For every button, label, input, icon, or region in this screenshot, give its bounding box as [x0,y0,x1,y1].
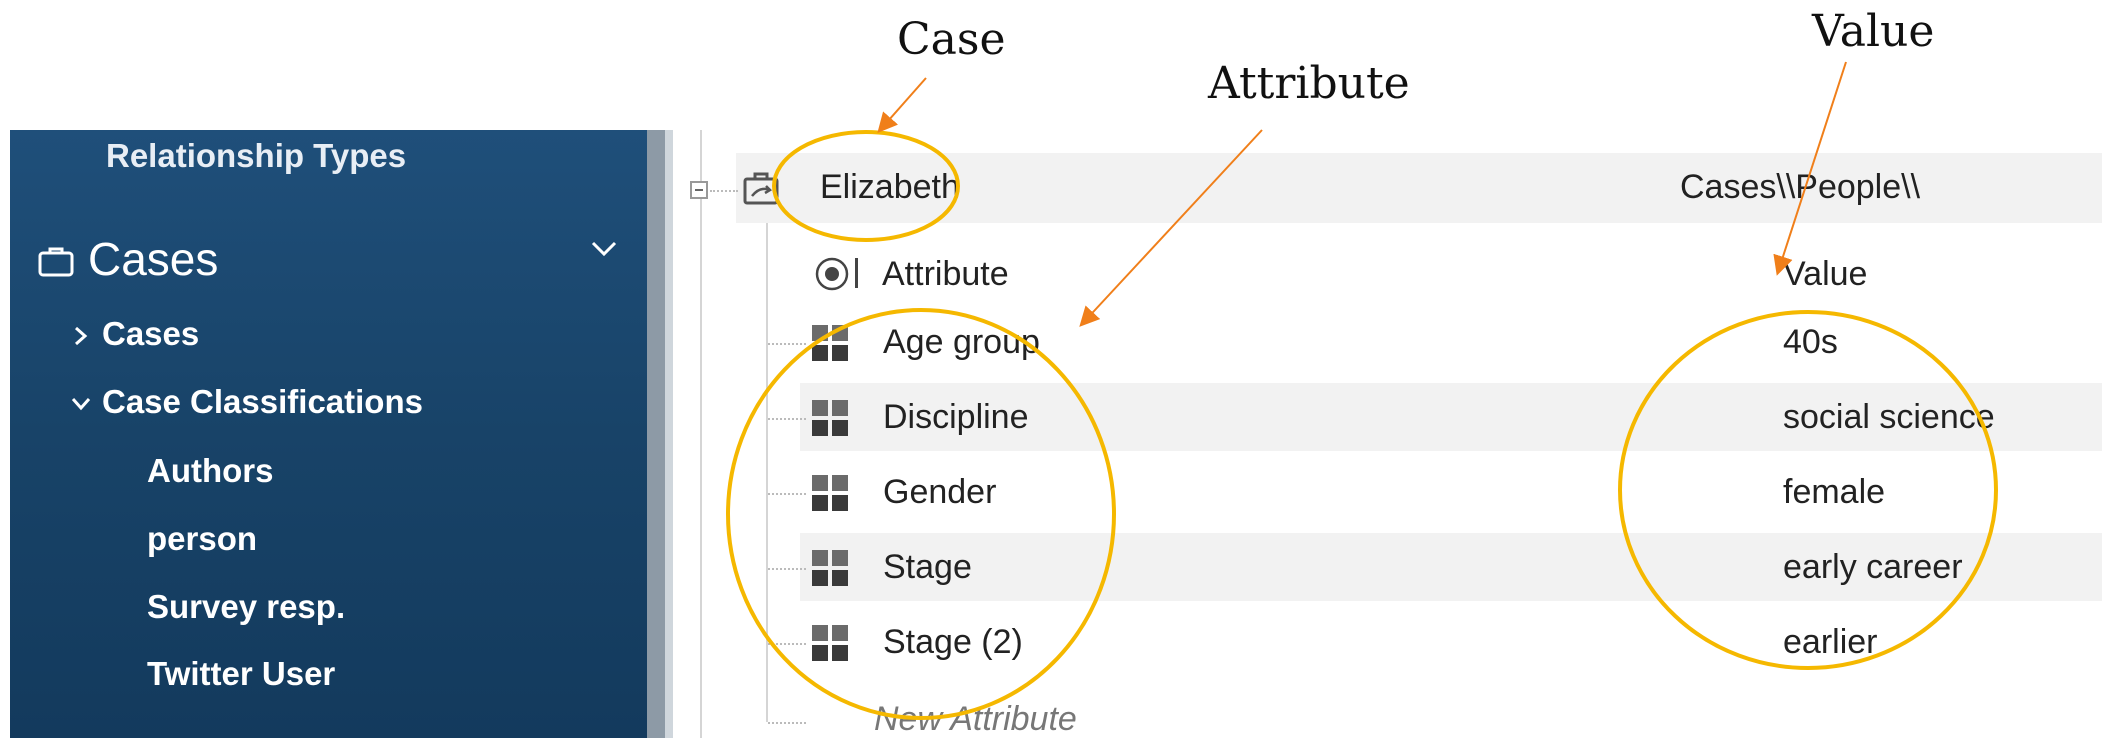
attribute-icon [812,625,848,661]
sidebar-item-case-classifications-label: Case Classifications [102,383,423,420]
sidebar-section-cases[interactable]: Cases [38,232,218,286]
case-path: Cases\\People\\ [1680,168,1921,206]
attribute-icon [812,475,848,511]
annotation-attribute-label: Attribute [1208,58,1410,109]
attribute-value[interactable]: earlier [1783,623,1877,662]
tree-connector [768,493,806,495]
attribute-value[interactable]: early career [1783,548,1963,587]
case-name[interactable]: Elizabeth [820,168,960,207]
tree-connector [768,643,806,645]
tree-guide-line [766,222,768,722]
attribute-name: Stage [883,548,972,586]
attribute-icon [812,550,848,586]
sidebar-item-survey-resp[interactable]: Survey resp. [147,588,345,626]
tree-connector [768,343,806,345]
header-attribute: Attribute [882,255,1009,293]
sidebar-splitter-edge [665,130,673,738]
case-icon [743,172,779,205]
add-attribute-icon[interactable] [814,256,850,292]
sidebar-item-cases-label: Cases [102,315,200,352]
tree-connector [768,568,806,570]
case-arrow [877,77,927,133]
collapse-icon[interactable] [690,181,708,199]
tree-guide-line [700,130,702,738]
attribute-icon [812,325,848,361]
attribute-name: Gender [883,473,997,511]
attribute-name: Discipline [883,398,1029,436]
attribute-icon [812,400,848,436]
sidebar-item-twitter-user[interactable]: Twitter User [147,655,335,693]
annotation-case-label: Case [897,14,1006,65]
tree-connector [710,190,738,192]
tree-connector [768,722,806,724]
sidebar-item-case-classifications[interactable]: Case Classifications [70,383,423,421]
new-attribute-placeholder[interactable]: New Attribute [874,700,1077,739]
attribute-value[interactable]: 40s [1783,323,1838,362]
sidebar-item-person[interactable]: person [147,520,257,558]
sidebar-item-authors[interactable]: Authors [147,452,274,490]
sidebar-splitter[interactable] [647,130,665,738]
navigation-sidebar [10,130,655,738]
attribute-value[interactable]: social science [1783,398,1995,437]
attribute-name: Stage (2) [883,623,1023,661]
attribute-value[interactable]: female [1783,473,1885,512]
header-value: Value [1783,255,1868,293]
tree-connector [768,418,806,420]
chevron-right-icon [75,326,88,346]
chevron-down-icon [71,398,91,411]
attribute-name: Age group [883,323,1040,361]
briefcase-icon [38,247,74,277]
sidebar-section-cases-label: Cases [88,233,219,285]
sidebar-item-relationship-types[interactable]: Relationship Types [106,137,406,175]
sidebar-item-cases[interactable]: Cases [70,315,199,353]
chevron-down-icon[interactable] [590,240,618,258]
annotation-value-label: Value [1812,6,1935,57]
header-separator [855,258,858,288]
